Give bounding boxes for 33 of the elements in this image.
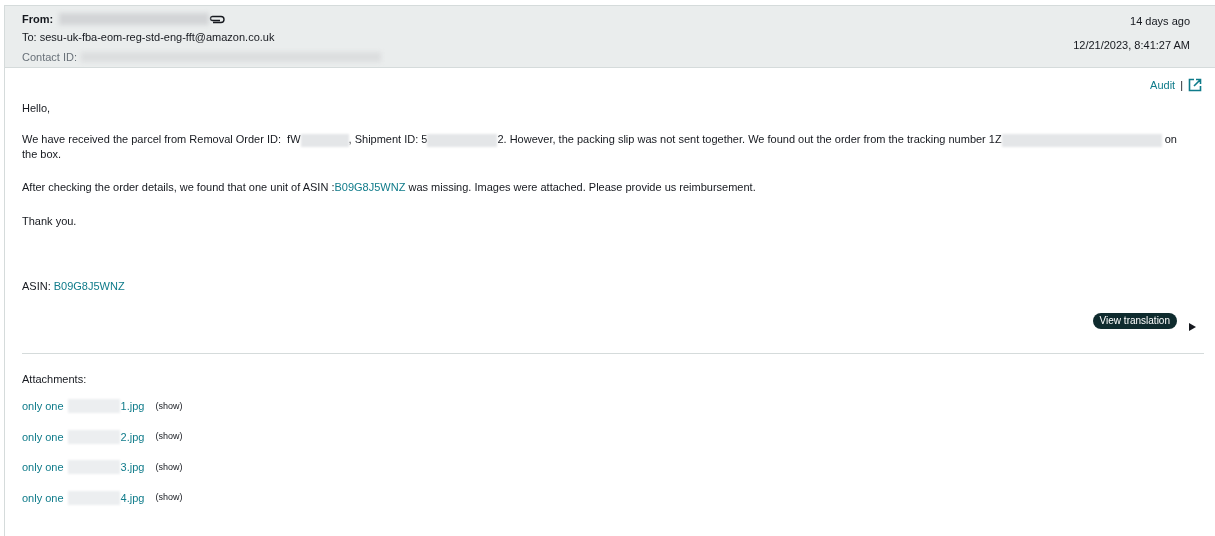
external-link-icon[interactable] [1188,78,1202,93]
asin-link[interactable]: B09G8J5WNZ [53,278,125,295]
redacted-text [427,133,498,147]
show-link[interactable]: (show) [155,491,183,505]
audit-link[interactable]: Audit [1150,77,1176,94]
paperclip-icon [209,14,226,24]
asin-link[interactable]: B09G8J5WNZ [334,181,406,193]
closing: Thank you. [22,213,78,229]
body-paragraph: After checking the order details, we found that one unit of ASIN :B09G8J5WNZ was missing. Images were attached. Please provide us reimbursement. [22,180,757,195]
greeting: Hello, [22,100,52,116]
attachment-link[interactable]: only one 3.jpg [22,459,145,476]
separator: | [1180,78,1183,93]
attachment-link[interactable]: only one 1.jpg [22,398,145,415]
recipient-address: To: sesu-uk-fba-eom-reg-std-eng-fft@amazon.co.uk [22,30,276,45]
body-text: 2. However, the packing slip was not sent together. We found out the order from the tracking number 1Z [497,133,1002,145]
attachment-link[interactable]: only one 4.jpg [22,489,145,506]
body-text: the box. [22,148,62,160]
body-text: on [1163,133,1177,145]
show-link[interactable]: (show) [155,399,183,413]
contact-id-label: Contact ID: [22,49,78,65]
show-link[interactable]: (show) [155,460,183,474]
asin-label: ASIN: [22,279,51,294]
timestamp: 12/21/2023, 8:41:27 AM [1073,37,1190,53]
show-link[interactable]: (show) [155,430,183,444]
body-text: , Shipment ID: 5 [348,133,428,145]
attachment-link[interactable]: only one 2.jpg [22,428,145,445]
view-translation-button[interactable]: View translation [1092,312,1177,329]
relative-time: 14 days ago [1130,14,1190,29]
body-text: We have received the parcel from Removal Order ID: fW [22,133,301,145]
play-icon[interactable] [1189,322,1196,331]
redacted-text [300,133,349,147]
attachments-title: Attachments: [22,371,88,387]
from-label: From: [22,11,54,27]
